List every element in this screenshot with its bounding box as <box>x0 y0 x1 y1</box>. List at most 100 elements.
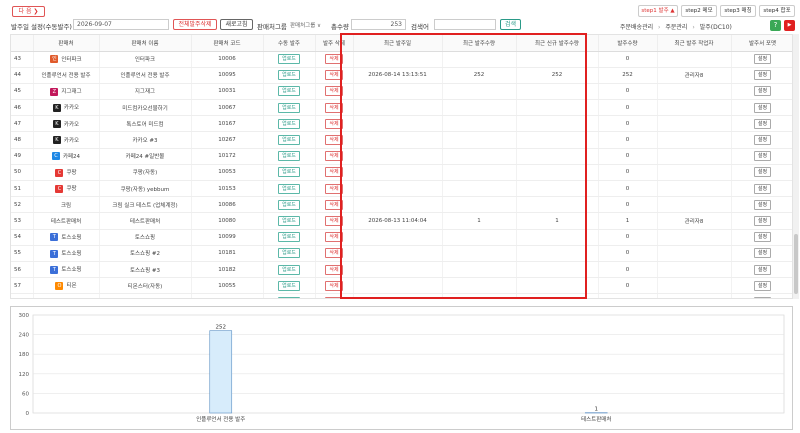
setting-button[interactable]: 설정 <box>753 232 772 243</box>
recent-order-date-cell <box>353 229 443 246</box>
step3-match-button[interactable]: step3 매칭 <box>720 5 756 17</box>
video-icon[interactable]: ▶ <box>784 20 795 31</box>
upload-button[interactable]: 업로드 <box>278 135 300 146</box>
delete-order-cell: 삭제 <box>315 196 354 214</box>
setting-button[interactable]: 설정 <box>753 135 772 146</box>
upload-button[interactable]: 업로드 <box>278 232 300 243</box>
recent-order-date-cell <box>353 131 443 149</box>
setting-button[interactable]: 설정 <box>753 86 772 97</box>
table-row: 43 인 인터파크 인터파크 10006 업로드 삭제 0 설정 <box>11 51 792 68</box>
refresh-button[interactable]: 새로고침 <box>220 19 253 30</box>
seller-name-cell: 미드컴카오선물하기 <box>99 99 192 117</box>
delete-button[interactable]: 삭제 <box>325 70 343 81</box>
seller-name-cell: 토스쇼핑 #3 <box>99 261 192 279</box>
breadcrumb-item-orders[interactable]: 주문관리 <box>665 24 687 31</box>
setting-button[interactable]: 설정 <box>753 264 772 275</box>
delete-button[interactable]: 삭제 <box>325 232 343 243</box>
search-button[interactable]: 검색 <box>500 19 521 30</box>
seller-code-cell: 10167 <box>191 115 264 133</box>
recent-new-qty-cell <box>516 148 599 165</box>
seller-logo-icon: T <box>50 265 59 274</box>
delete-order-cell: 삭제 <box>315 212 354 230</box>
delete-button[interactable]: 삭제 <box>325 151 343 162</box>
upload-button[interactable]: 업로드 <box>278 70 300 81</box>
breadcrumb: 주문배송관리 › 주문관리 › 발주(DC10) <box>620 22 732 31</box>
x-category-label: 테스트판매처 <box>581 415 611 423</box>
order-format-cell: 설정 <box>731 293 792 298</box>
order-qty-cell: 0 <box>598 245 658 262</box>
seller-code-cell: 10153 <box>191 180 264 198</box>
delete-button[interactable]: 삭제 <box>325 280 343 291</box>
next-button[interactable]: 다 음 ❯ <box>12 6 45 17</box>
breadcrumb-item-current: 발주(DC10) <box>699 24 732 31</box>
delete-button[interactable]: 삭제 <box>325 86 343 97</box>
delete-button[interactable]: 삭제 <box>325 167 343 178</box>
help-icon[interactable]: ? <box>770 20 781 31</box>
recent-order-qty-cell: 252 <box>442 67 517 84</box>
setting-button[interactable]: 설정 <box>753 215 772 226</box>
seller-logo-icon: O <box>55 281 64 290</box>
setting-button[interactable]: 설정 <box>753 151 772 162</box>
search-input[interactable] <box>434 19 496 30</box>
delete-button[interactable]: 삭제 <box>325 118 343 129</box>
setting-button[interactable]: 설정 <box>753 118 772 129</box>
breadcrumb-item-shipping[interactable]: 주문배송관리 <box>620 24 653 31</box>
upload-button[interactable]: 업로드 <box>278 118 300 129</box>
seller-label: 카페24 <box>62 153 81 160</box>
row-number: 56 <box>11 261 34 279</box>
upload-button[interactable]: 업로드 <box>278 280 300 291</box>
upload-button[interactable]: 업로드 <box>278 54 300 65</box>
delete-button[interactable]: 삭제 <box>325 215 343 226</box>
seller-cell: 테스트판매처 <box>33 212 100 230</box>
upload-button[interactable]: 업로드 <box>278 296 300 298</box>
delete-all-orders-button[interactable]: 전체발주삭제 <box>173 19 217 30</box>
delete-button[interactable]: 삭제 <box>325 248 343 259</box>
upload-button[interactable]: 업로드 <box>278 248 300 259</box>
seller-name-cell: 토스쇼핑 <box>99 229 192 246</box>
order-format-cell: 설정 <box>731 131 792 149</box>
upload-button[interactable]: 업로드 <box>278 199 300 210</box>
delete-button[interactable]: 삭제 <box>325 135 343 146</box>
step1-order-button[interactable]: step1 발주 ▲ <box>638 5 678 17</box>
scrollbar-thumb[interactable] <box>794 234 798 294</box>
y-tick-label: 300 <box>19 313 30 319</box>
order-qty-cell: 252 <box>598 67 658 84</box>
upload-button[interactable]: 업로드 <box>278 86 300 97</box>
recent-new-qty-cell <box>516 229 599 246</box>
delete-button[interactable]: 삭제 <box>325 102 343 113</box>
table-row: 44 인플루언서 전용 발주 인플루언서 전용 발주 10095 업로드 삭제 2026-0… <box>11 67 792 84</box>
delete-button[interactable]: 삭제 <box>325 296 343 298</box>
setting-button[interactable]: 설정 <box>753 296 772 298</box>
table-scrollbar[interactable] <box>793 34 799 299</box>
setting-button[interactable]: 설정 <box>753 54 772 65</box>
delete-button[interactable]: 삭제 <box>325 199 343 210</box>
upload-button[interactable]: 업로드 <box>278 264 300 275</box>
upload-button[interactable]: 업로드 <box>278 167 300 178</box>
step4-merge-button[interactable]: step4 합포 <box>759 5 795 17</box>
seller-code-cell: 10181 <box>191 245 264 262</box>
bar-value-label: 1 <box>595 407 599 413</box>
seller-name-cell: 한샘EQL carriere2025 <box>99 293 192 298</box>
delete-order-cell: 삭제 <box>315 293 354 298</box>
upload-button[interactable]: 업로드 <box>278 215 300 226</box>
setting-button[interactable]: 설정 <box>753 70 772 81</box>
seller-group-select[interactable]: 판매처그룹 ∨ <box>290 21 321 29</box>
upload-button[interactable]: 업로드 <box>278 151 300 162</box>
recent-order-date-cell <box>353 293 443 298</box>
setting-button[interactable]: 설정 <box>753 183 772 194</box>
delete-button[interactable]: 삭제 <box>325 183 343 194</box>
setting-button[interactable]: 설정 <box>753 167 772 178</box>
order-page: 다 음 ❯ 발주일 설정(수동발주) 2026-09-07 전체발주삭제 새로고… <box>0 0 800 433</box>
upload-button[interactable]: 업로드 <box>278 102 300 113</box>
step2-memo-button[interactable]: step2 메모 <box>681 5 717 17</box>
upload-button[interactable]: 업로드 <box>278 183 300 194</box>
setting-button[interactable]: 설정 <box>753 102 772 113</box>
setting-button[interactable]: 설정 <box>753 199 772 210</box>
order-date-input[interactable]: 2026-09-07 <box>73 19 169 30</box>
setting-button[interactable]: 설정 <box>753 280 772 291</box>
delete-button[interactable]: 삭제 <box>325 264 343 275</box>
setting-button[interactable]: 설정 <box>753 248 772 259</box>
delete-button[interactable]: 삭제 <box>325 54 343 65</box>
manual-order-cell: 업로드 <box>263 212 316 230</box>
delete-order-cell: 삭제 <box>315 180 354 198</box>
